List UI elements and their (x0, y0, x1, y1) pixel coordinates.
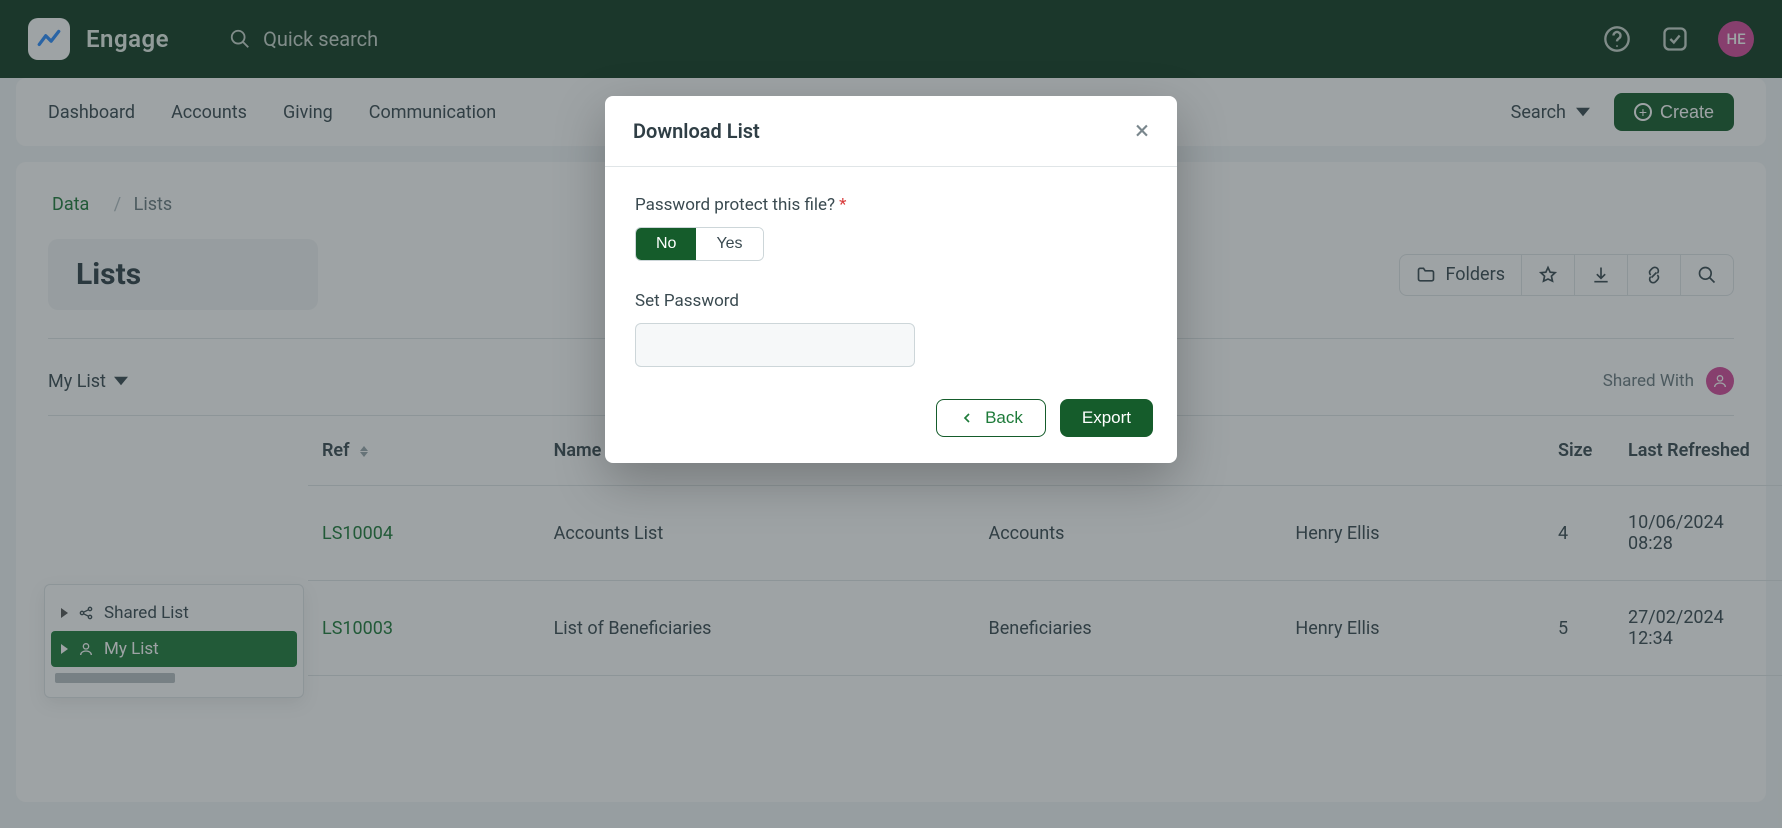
back-label: Back (985, 408, 1023, 428)
dialog-close-button[interactable]: × (1135, 118, 1149, 144)
close-icon: × (1135, 116, 1149, 146)
password-protect-label: Password protect this file?* (635, 195, 1147, 215)
download-list-dialog: Download List × Password protect this fi… (605, 96, 1177, 463)
dialog-title: Download List (633, 119, 760, 143)
toggle-yes[interactable]: Yes (696, 228, 762, 260)
arrow-left-icon (959, 410, 975, 426)
toggle-no[interactable]: No (636, 228, 696, 260)
export-button[interactable]: Export (1060, 399, 1153, 437)
export-label: Export (1082, 408, 1131, 428)
set-password-label: Set Password (635, 291, 1147, 311)
required-indicator: * (839, 195, 846, 215)
set-password-input[interactable] (635, 323, 915, 367)
password-protect-toggle: No Yes (635, 227, 764, 261)
back-button[interactable]: Back (936, 399, 1046, 437)
